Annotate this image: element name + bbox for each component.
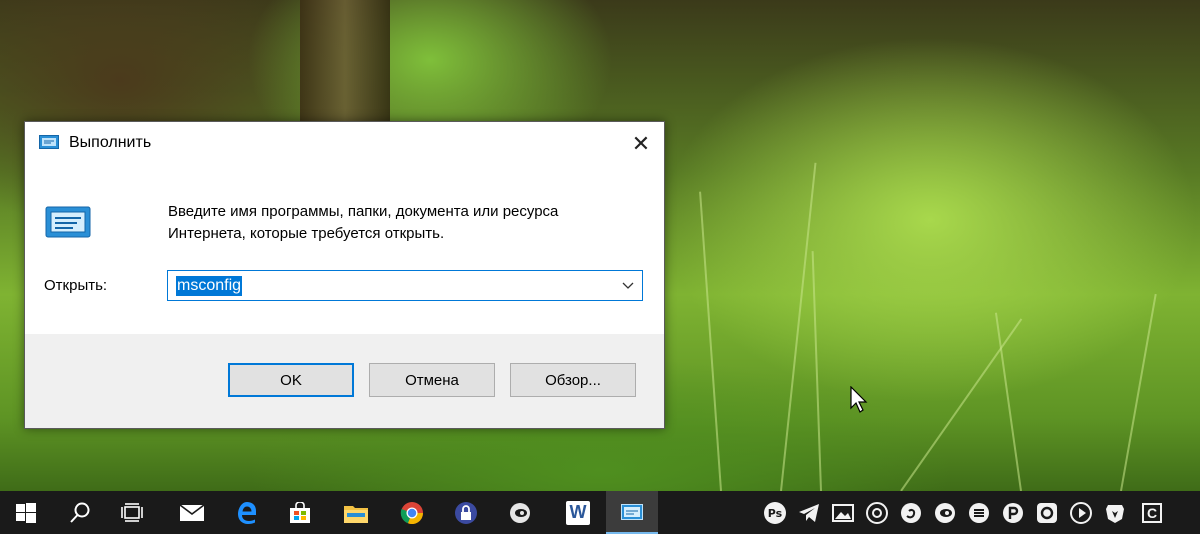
edge-icon [238,501,256,524]
taskbar: W Ps C [0,491,1200,534]
run-program-icon [45,206,91,238]
ok-button[interactable]: OK [228,363,354,397]
tray-app-5[interactable] [1035,501,1059,525]
word-icon: W [566,500,590,525]
keepass-app[interactable] [440,491,492,534]
telegram-icon [799,504,819,522]
task-view-button[interactable] [106,491,158,534]
open-combobox[interactable]: msconfig [167,270,643,301]
tray-app-6[interactable] [1069,501,1093,525]
grass-stem [994,312,1022,491]
keepass-icon [455,501,477,524]
browse-button[interactable]: Обзор... [510,363,636,397]
close-button[interactable]: ✕ [618,122,664,165]
tray-telegram[interactable] [797,501,821,525]
grass-stem [699,191,722,491]
swirl-icon [901,503,921,523]
tray-app-2[interactable] [933,501,957,525]
tray-app-4[interactable] [1001,501,1025,525]
cancel-button[interactable]: Отмена [369,363,495,397]
chrome-app[interactable] [386,491,438,534]
edge-app[interactable] [220,491,272,534]
prompt-line-2: Интернета, которые требуется открыть. [168,225,445,242]
play-icon [1070,502,1092,524]
grass-stem [811,251,822,491]
run-dialog: Выполнить ✕ Введите имя программы, папки… [24,121,665,429]
tray-photos[interactable] [831,501,855,525]
open-label: Открыть: [44,277,108,294]
titlebar[interactable]: Выполнить ✕ [25,122,664,165]
start-button[interactable] [0,491,52,534]
app-icon [510,502,530,523]
tray-app-3[interactable] [967,501,991,525]
brave-icon [1106,505,1124,523]
tray-chrome[interactable] [865,501,889,525]
close-icon: ✕ [631,130,651,156]
run-taskbar-item[interactable] [606,491,658,534]
tray-photoshop[interactable]: Ps [763,501,787,525]
store-icon [290,501,310,523]
eye-icon [935,503,955,523]
tree-trunk [300,0,390,130]
app-button[interactable] [494,491,546,534]
image-icon [832,504,854,522]
p-letter-icon [1003,503,1023,523]
open-input[interactable]: msconfig [176,276,243,296]
chevron-down-icon [622,282,634,289]
word-app[interactable]: W [552,491,604,534]
folder-icon [344,505,368,523]
mail-app[interactable] [166,491,218,534]
grass-stem [1120,293,1157,491]
run-icon [39,135,59,149]
chrome-icon [866,502,888,524]
dropdown-button[interactable] [614,271,642,300]
windows-logo-icon [16,502,36,523]
prompt-line-1: Введите имя программы, папки, документа … [168,203,559,220]
mouse-cursor-icon [850,386,868,413]
word-letter: W [569,502,587,522]
tray-app-7[interactable]: C [1140,501,1164,525]
file-explorer-app[interactable] [330,491,382,534]
grass-stem [900,318,1023,491]
record-icon [1037,503,1057,523]
prompt-text: Введите имя программы, папки, документа … [168,201,558,245]
mail-icon [180,504,204,521]
task-view-icon [121,502,143,522]
tray-app-1[interactable] [899,501,923,525]
tray-brave[interactable] [1103,501,1127,525]
chrome-icon [400,501,424,524]
c-letter-icon: C [1142,503,1162,523]
run-icon [621,503,643,520]
search-button[interactable] [54,491,106,534]
store-app[interactable] [274,491,326,534]
layers-icon [969,503,989,523]
search-icon [70,502,90,523]
grass-stem [780,162,817,491]
dialog-title: Выполнить [69,134,152,151]
photoshop-icon: Ps [764,502,786,524]
